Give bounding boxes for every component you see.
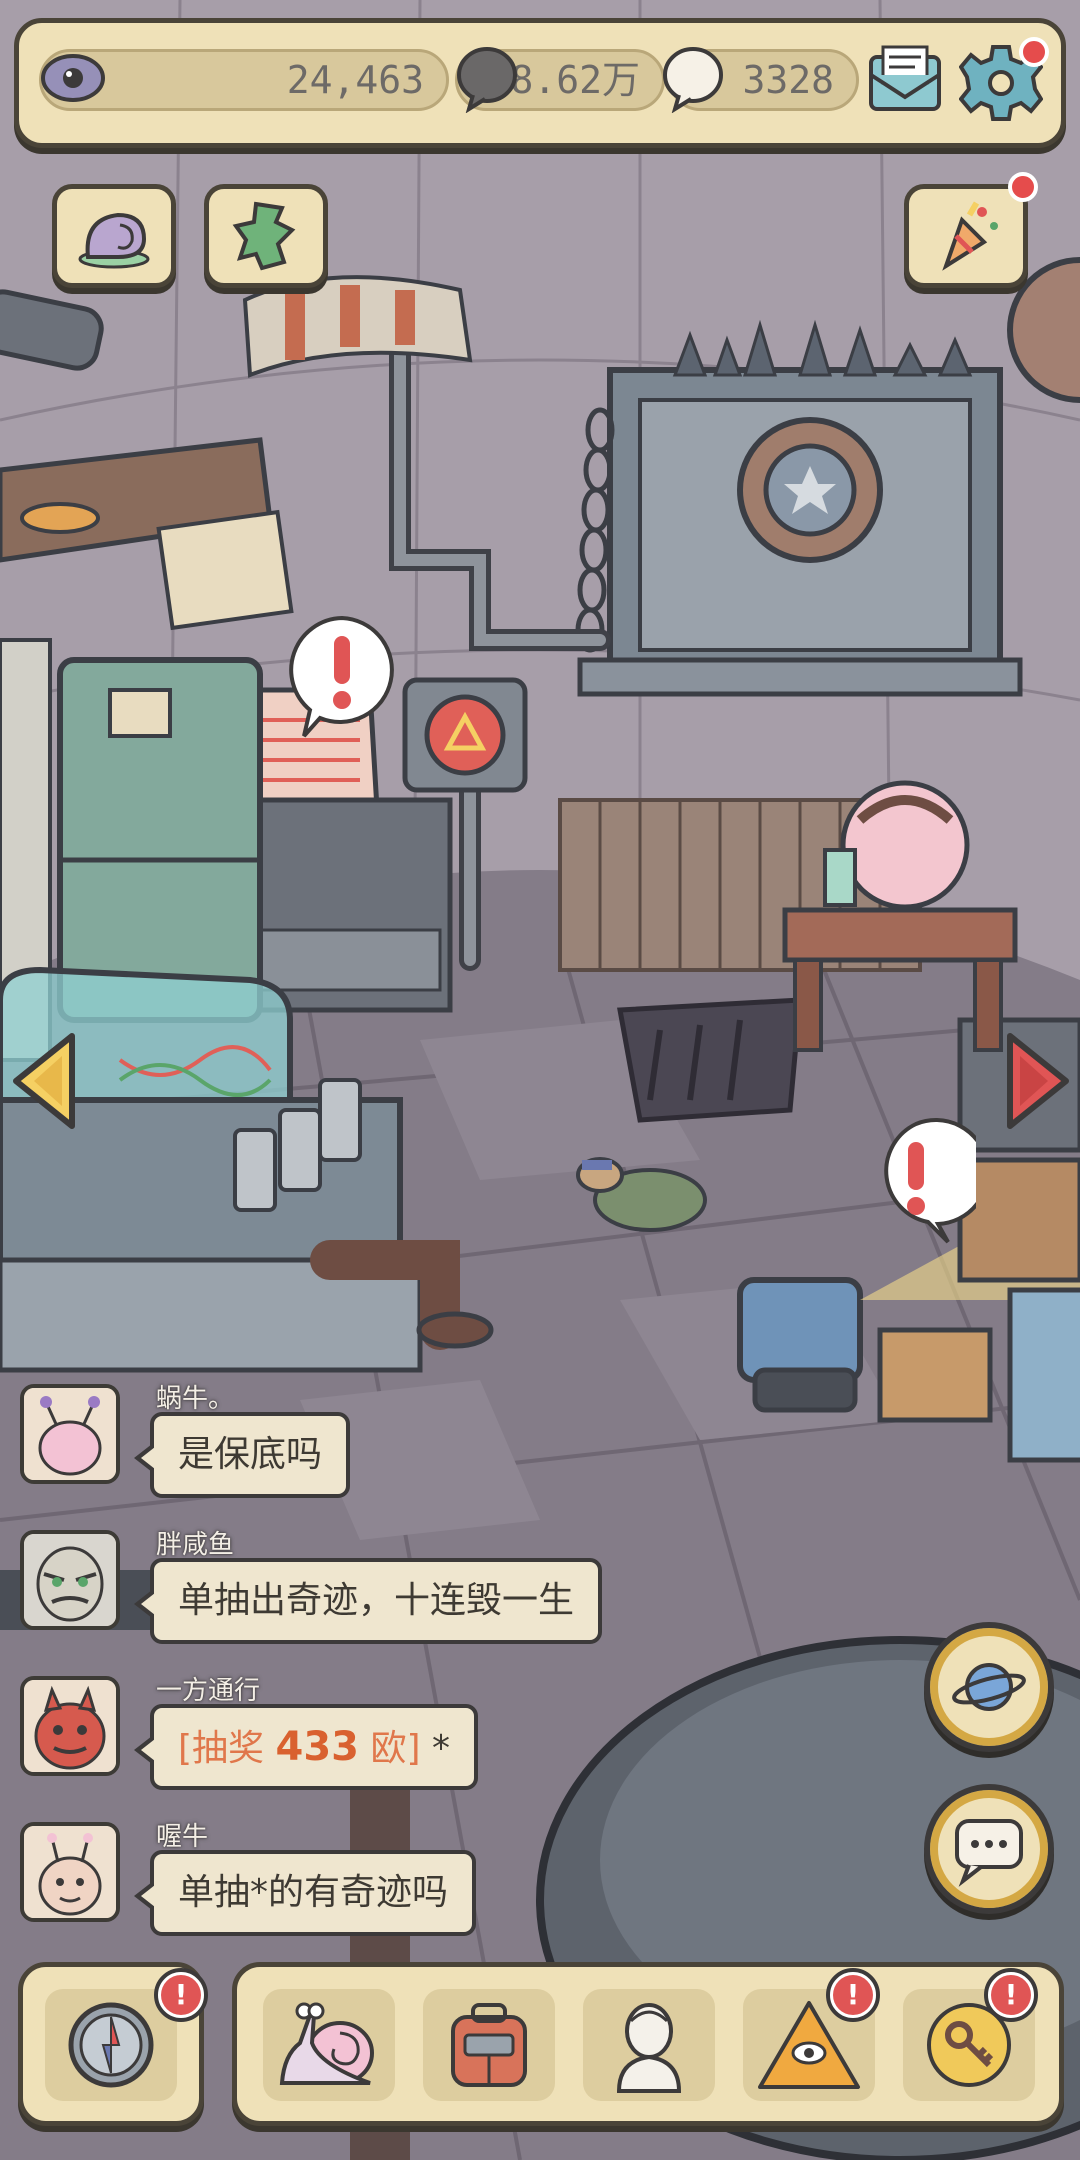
avatar[interactable] xyxy=(20,1822,120,1922)
chat-icon xyxy=(955,1819,1023,1887)
chat-button[interactable] xyxy=(924,1784,1054,1914)
chat-username: 喔牛 xyxy=(156,1822,209,1852)
planet-button[interactable] xyxy=(924,1622,1054,1752)
settings-notification-dot xyxy=(1019,37,1049,67)
scene-prev-arrow[interactable] xyxy=(6,1026,86,1136)
lottery-tag[interactable]: [抽奖 433 欧] xyxy=(178,1724,421,1770)
lottery-prefix: [抽奖 xyxy=(178,1728,276,1769)
nav-backpack[interactable] xyxy=(423,1989,555,2101)
white-bubble-counter-value: 3328 xyxy=(742,58,834,102)
top-status-bar: 24,463 8.62万 3328 xyxy=(14,18,1066,148)
chat-username: 蜗牛。 xyxy=(156,1384,235,1414)
bust-statue-icon xyxy=(616,2003,682,2093)
chat-username: 胖咸鱼 xyxy=(156,1530,235,1560)
compass-alert-badge: ! xyxy=(154,1968,208,2022)
chat-bubble-lottery[interactable]: [抽奖 433 欧] * xyxy=(134,1704,478,1790)
party-popper-icon xyxy=(942,201,998,271)
exclamation-icon xyxy=(884,1118,990,1244)
avatar[interactable] xyxy=(20,1530,120,1630)
chat-bubble: 单抽出奇迹，十连毁一生 xyxy=(133,1558,603,1644)
bubble-counter-value: 8.62万 xyxy=(510,58,640,102)
avatar[interactable] xyxy=(20,1676,120,1776)
chat-text: 是保底吗 xyxy=(178,1434,323,1475)
eye-counter-value: 24,463 xyxy=(286,58,424,102)
party-notification-dot xyxy=(1008,172,1038,202)
backpack-icon xyxy=(451,2003,527,2087)
planet-icon xyxy=(952,1663,1026,1711)
snail-icon xyxy=(279,2002,374,2085)
arrow-right-icon xyxy=(1007,1033,1069,1129)
scene-next-arrow[interactable] xyxy=(996,1026,1076,1136)
alert-bubble-console[interactable] xyxy=(282,612,402,746)
chat-text: 单抽*的有奇迹吗 xyxy=(178,1872,449,1913)
snail-shell-button[interactable] xyxy=(52,184,176,288)
pyramid-alert-badge: ! xyxy=(826,1968,880,2022)
avatar[interactable] xyxy=(20,1384,120,1484)
nav-snail[interactable] xyxy=(263,1989,395,2101)
lottery-count: 433 xyxy=(275,1724,360,1770)
white-speech-bubble-icon xyxy=(661,43,725,114)
lottery-suffix: 欧] xyxy=(359,1728,421,1769)
speech-bubble-icon xyxy=(455,43,519,114)
exclamation-icon xyxy=(289,615,394,738)
party-popper-button[interactable] xyxy=(904,184,1028,288)
eye-icon xyxy=(41,47,105,109)
chat-text: * xyxy=(420,1728,450,1769)
chat-text: 单抽出奇迹，十连毁一生 xyxy=(178,1580,575,1621)
map-icon xyxy=(232,201,296,271)
arrow-left-icon xyxy=(13,1033,75,1129)
key-coin-alert-badge: ! xyxy=(984,1968,1038,2022)
chat-username: 一方通行 xyxy=(156,1676,261,1706)
map-button[interactable] xyxy=(204,184,328,288)
compass-icon xyxy=(68,2002,154,2088)
bottom-nav-bar xyxy=(232,1962,1064,2126)
chat-bubble: 是保底吗 xyxy=(133,1412,351,1498)
mail-icon[interactable] xyxy=(865,41,945,121)
nav-statue[interactable] xyxy=(583,1989,715,2101)
chat-bubble: 单抽*的有奇迹吗 xyxy=(133,1850,477,1936)
snail-shell-icon xyxy=(78,212,150,269)
alert-bubble-robot[interactable] xyxy=(856,1118,990,1252)
